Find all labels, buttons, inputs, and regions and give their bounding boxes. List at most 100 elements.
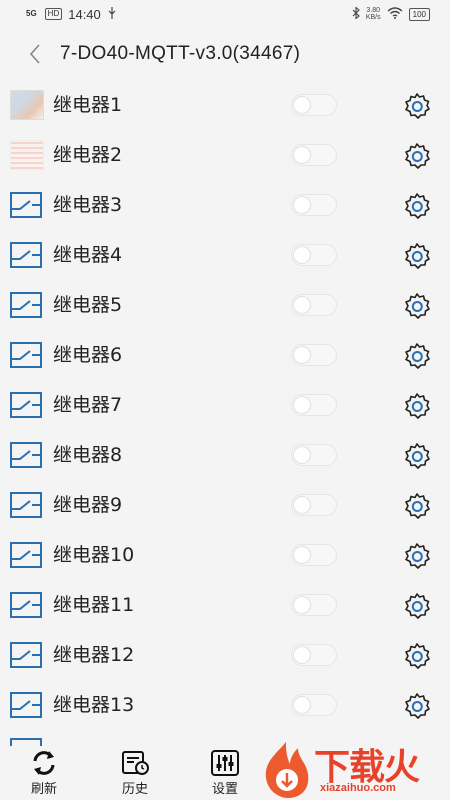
relay-settings-button[interactable] <box>403 142 431 170</box>
relay-row[interactable]: 继电器3 <box>0 180 450 230</box>
relay-switch-icon <box>10 592 42 618</box>
refresh-icon <box>33 751 55 775</box>
relay-row[interactable]: 继电器1 <box>0 80 450 130</box>
toggle-knob <box>293 496 311 514</box>
relay-settings-button[interactable] <box>403 392 431 420</box>
tab-refresh-label: 刷新 <box>30 782 57 797</box>
toggle-knob <box>293 596 311 614</box>
relay-label: 继电器4 <box>53 244 123 266</box>
speed-value: 3.80 <box>366 7 381 14</box>
relay-switch-icon <box>10 392 42 418</box>
gear-icon <box>405 443 430 469</box>
relay-settings-button[interactable] <box>403 642 431 670</box>
relay-switch-icon <box>10 292 42 318</box>
relay-switch-icon <box>10 492 42 518</box>
relay-row[interactable]: 继电器12 <box>0 630 450 680</box>
relay-switch-icon <box>10 342 42 368</box>
flame-icon <box>265 742 309 798</box>
battery-indicator: 100 <box>408 7 430 21</box>
tab-history-label: 历史 <box>121 782 148 797</box>
relay-toggle[interactable] <box>291 494 337 516</box>
relay-settings-button[interactable] <box>403 692 431 720</box>
relay-settings-button[interactable] <box>403 242 431 270</box>
relay-switch-icon <box>10 642 42 668</box>
relay-settings-button[interactable] <box>403 192 431 220</box>
relay-toggle[interactable] <box>291 244 337 266</box>
relay-settings-button[interactable] <box>403 92 431 120</box>
tab-settings-label: 设置 <box>211 782 238 797</box>
relay-row[interactable]: 继电器7 <box>0 380 450 430</box>
relay-row[interactable]: 继电器4 <box>0 230 450 280</box>
relay-settings-button[interactable] <box>403 542 431 570</box>
relay-settings-button[interactable] <box>403 342 431 370</box>
toggle-knob <box>293 246 311 264</box>
page-title: 7-DO40-MQTT-v3.0(34467) <box>60 43 301 64</box>
toggle-knob <box>293 546 311 564</box>
relay-settings-button[interactable] <box>403 292 431 320</box>
relay-thumbnail-image <box>10 140 44 170</box>
relay-switch-icon <box>10 542 42 568</box>
gear-icon <box>405 593 430 619</box>
toggle-knob <box>293 396 311 414</box>
relay-toggle[interactable] <box>291 444 337 466</box>
history-icon <box>122 751 149 775</box>
chevron-left-icon <box>29 44 40 64</box>
relay-switch-icon <box>10 242 42 268</box>
relay-toggle[interactable] <box>291 144 337 166</box>
relay-row[interactable]: 继电器11 <box>0 580 450 630</box>
gear-icon <box>405 493 430 519</box>
relay-toggle[interactable] <box>291 644 337 666</box>
relay-toggle[interactable] <box>291 694 337 716</box>
relay-toggle[interactable] <box>291 544 337 566</box>
relay-label: 继电器13 <box>53 694 135 716</box>
back-button[interactable] <box>20 34 50 74</box>
hd-badge: HD <box>44 8 63 20</box>
relay-toggle[interactable] <box>291 394 337 416</box>
app-header: 7-DO40-MQTT-v3.0(34467) <box>0 30 450 78</box>
relay-label: 继电器8 <box>53 444 123 466</box>
relay-label: 继电器7 <box>53 394 123 416</box>
gear-icon <box>405 693 430 719</box>
relay-row[interactable]: 继电器5 <box>0 280 450 330</box>
gear-icon <box>405 143 430 169</box>
speed-unit: KB/s <box>365 14 381 21</box>
relay-list: 继电器1 继电器2 继电器3 继电器4 继电器5 继电器6 继电器7 继电器8 继电器9 继电器1… <box>0 80 450 730</box>
relay-toggle[interactable] <box>291 344 337 366</box>
relay-row[interactable]: 继电器6 <box>0 330 450 380</box>
relay-thumbnail-image <box>10 90 44 120</box>
status-left: 5G HD 14:40 <box>24 6 117 22</box>
relay-toggle[interactable] <box>291 194 337 216</box>
relay-label: 继电器9 <box>53 494 123 516</box>
status-time: 14:40 <box>68 6 101 22</box>
wifi-icon <box>387 6 403 22</box>
relay-row[interactable]: 继电器10 <box>0 530 450 580</box>
tab-settings[interactable]: 设置 <box>195 750 255 798</box>
gear-icon <box>405 393 430 419</box>
relay-toggle[interactable] <box>291 594 337 616</box>
relay-settings-button[interactable] <box>403 492 431 520</box>
relay-row[interactable]: 继电器13 <box>0 680 450 730</box>
toggle-knob <box>293 196 311 214</box>
toggle-knob <box>293 446 311 464</box>
relay-toggle[interactable] <box>291 294 337 316</box>
relay-label: 继电器11 <box>53 594 135 616</box>
status-right: 3.80 KB/s 100 <box>352 5 430 22</box>
relay-row[interactable]: 继电器8 <box>0 430 450 480</box>
relay-switch-icon <box>10 692 42 718</box>
network-speed: 3.80 KB/s <box>366 7 381 21</box>
relay-switch-icon <box>10 442 42 468</box>
toggle-knob <box>293 296 311 314</box>
relay-row[interactable]: 继电器9 <box>0 480 450 530</box>
network-indicator: 5G <box>26 9 37 18</box>
relay-label: 继电器3 <box>53 194 123 216</box>
relay-switch-icon <box>10 192 42 218</box>
toggle-knob <box>293 146 311 164</box>
usb-icon <box>107 6 117 22</box>
gear-icon <box>405 543 430 569</box>
relay-toggle[interactable] <box>291 94 337 116</box>
relay-settings-button[interactable] <box>403 592 431 620</box>
tab-refresh[interactable]: 刷新 <box>14 750 74 798</box>
tab-history[interactable]: 历史 <box>105 750 165 798</box>
relay-row[interactable]: 继电器2 <box>0 130 450 180</box>
relay-settings-button[interactable] <box>403 442 431 470</box>
